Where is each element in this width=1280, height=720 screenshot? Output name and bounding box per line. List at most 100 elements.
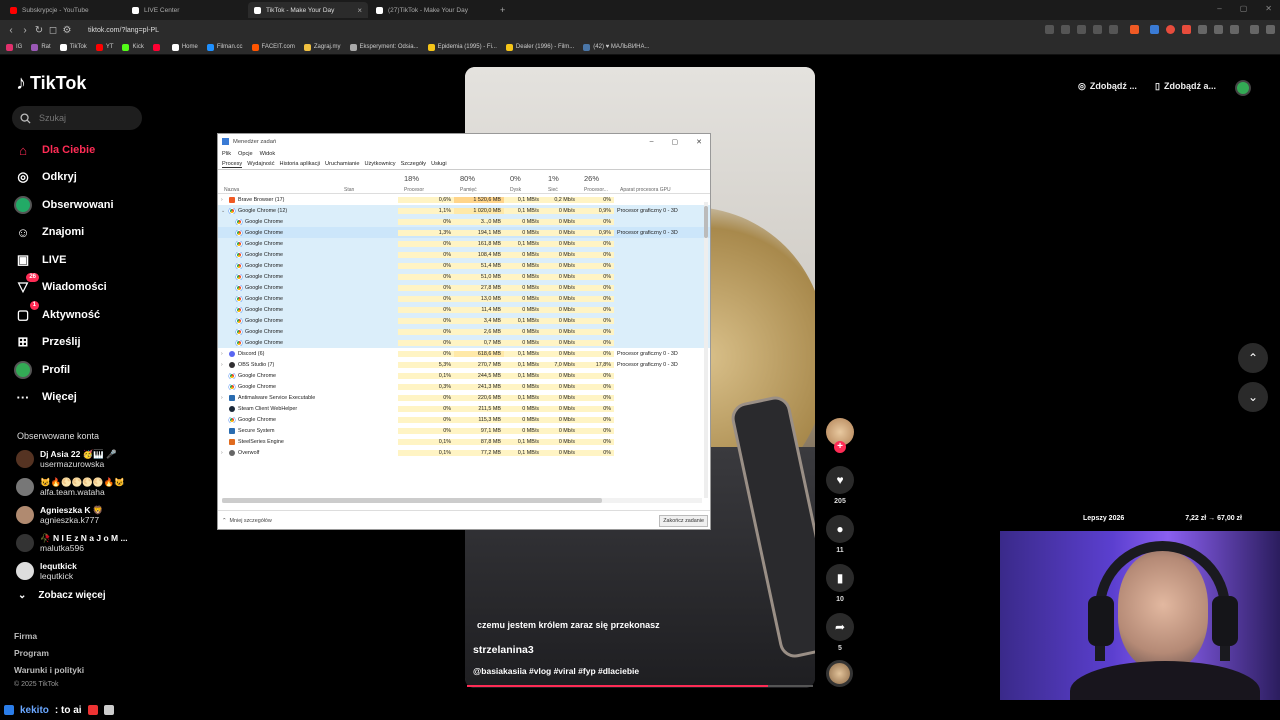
col-gpu-engine[interactable]: Aparat procesora GPU bbox=[614, 170, 698, 197]
close-window-icon[interactable]: ✕ bbox=[696, 138, 702, 146]
expand-chevron-icon[interactable]: › bbox=[221, 450, 226, 456]
extension-icon[interactable] bbox=[1077, 25, 1086, 34]
video-hashtags[interactable]: @basiakasiia #vlog #viral #fyp #dlaciebi… bbox=[473, 666, 639, 676]
sidebar-item-compass[interactable]: ◎ Odkryj bbox=[14, 168, 77, 186]
process-row[interactable]: Google Chrome 0% 2,6 MB 0 MB/s 0 Mb/s 0% bbox=[218, 326, 710, 337]
extension-icon[interactable] bbox=[1166, 25, 1175, 34]
bookmark-item[interactable]: Eksperyment: Odsia... bbox=[349, 43, 419, 51]
sidebar-item-inbox[interactable]: ▽ 26 Wiadomości bbox=[14, 273, 107, 296]
maximize-icon[interactable]: ▢ bbox=[1240, 4, 1248, 13]
follow-plus-icon[interactable]: + bbox=[834, 441, 846, 453]
share-button[interactable]: ➦ 5 bbox=[826, 613, 854, 652]
sidebar-item-following-avatar[interactable]: Obserwowani bbox=[14, 196, 114, 214]
scrollbar-thumb[interactable] bbox=[222, 498, 602, 503]
see-more-button[interactable]: ⌄ Zobacz więcej bbox=[18, 590, 106, 601]
extension-icon[interactable] bbox=[1182, 25, 1191, 34]
profile-avatar[interactable] bbox=[1235, 80, 1251, 96]
col-disk[interactable]: 0% Dysk bbox=[504, 170, 542, 197]
new-tab-button[interactable]: + bbox=[494, 2, 508, 18]
extensions-icon[interactable] bbox=[1198, 25, 1207, 34]
process-row[interactable]: Google Chrome 0% 27,8 MB 0 MB/s 0 Mb/s 0% bbox=[218, 282, 710, 293]
followed-account[interactable]: 🥀 N I E z N a J o M ... malutka596 bbox=[16, 533, 128, 553]
process-row[interactable]: Google Chrome 0,3% 241,3 MB 0 MB/s 0 Mb/s 0% bbox=[218, 381, 710, 392]
forward-icon[interactable]: › bbox=[18, 25, 32, 36]
expand-chevron-icon[interactable]: › bbox=[221, 197, 226, 203]
download-icon[interactable] bbox=[1214, 25, 1223, 34]
followed-account[interactable]: Agnieszka K 🦁 agnieszka.k777 bbox=[16, 505, 104, 525]
process-row[interactable]: Google Chrome 0% 3..,0 MB 0 MB/s 0 Mb/s 0% bbox=[218, 216, 710, 227]
tab-użytkownicy[interactable]: Użytkownicy bbox=[364, 161, 395, 167]
expand-chevron-icon[interactable]: › bbox=[221, 395, 226, 401]
sidebar-item-upload[interactable]: ⊞ Prześlij bbox=[14, 333, 81, 351]
taskbar-icon[interactable] bbox=[103, 705, 114, 715]
bookmark-item[interactable]: Home bbox=[171, 43, 198, 51]
process-row[interactable]: Google Chrome 0% 3,4 MB 0,1 MB/s 0 Mb/s 0% bbox=[218, 315, 710, 326]
bookmark-item[interactable]: Filman.cc bbox=[206, 43, 243, 51]
process-row[interactable]: › OBS Studio (7) 5,3% 270,7 MB 0,1 MB/s 7,0 M… bbox=[218, 359, 710, 370]
process-row[interactable]: Google Chrome 0% 0,7 MB 0 MB/s 0 Mb/s 0% bbox=[218, 337, 710, 348]
bookmark-item[interactable]: TikTok bbox=[59, 43, 87, 51]
process-row[interactable]: Google Chrome 1,3% 194,1 MB 0 MB/s 0 Mb/s 0,9… bbox=[218, 227, 710, 238]
process-row[interactable]: Google Chrome 0% 51,0 MB 0 MB/s 0 Mb/s 0% bbox=[218, 271, 710, 282]
next-video-button[interactable]: ⌄ bbox=[1238, 382, 1268, 412]
bookmark-item[interactable]: Epidemia (1995) - Fi... bbox=[427, 43, 497, 51]
process-row[interactable]: › Discord (6) 0% 618,6 MB 0,1 MB/s 0 Mb/s 0% Pr… bbox=[218, 348, 710, 359]
tab-uruchamianie[interactable]: Uruchamianie bbox=[325, 161, 360, 167]
fewer-details-button[interactable]: ⌃ Mniej szczegółów bbox=[222, 518, 272, 524]
col-memory[interactable]: 80% Pamięć bbox=[454, 170, 504, 197]
col-cpu[interactable]: 18% Procesor bbox=[398, 170, 454, 197]
tab-wydajność[interactable]: Wydajność bbox=[247, 161, 274, 167]
get-app-button[interactable]: ▯ Zdobądź a... bbox=[1155, 76, 1216, 96]
process-row[interactable]: Google Chrome 0% 108,4 MB 0 MB/s 0 Mb/s 0% bbox=[218, 249, 710, 260]
bookmark-item[interactable]: FACEIT.com bbox=[251, 43, 295, 51]
sidebar-item-home[interactable]: ⌂ Dla Ciebie bbox=[14, 141, 95, 159]
col-network[interactable]: 1% Sieć bbox=[542, 170, 578, 197]
minimize-icon[interactable]: – bbox=[650, 138, 654, 146]
search-input[interactable] bbox=[39, 113, 139, 123]
sidebar-item-friends[interactable]: ☺ Znajomi bbox=[14, 223, 84, 241]
sidebar-item-live[interactable]: ▣ LIVE bbox=[14, 251, 67, 269]
tab-tiktok-27[interactable]: (27)TikTok - Make Your Day bbox=[370, 2, 490, 18]
bookmark-item[interactable]: IG bbox=[6, 43, 22, 51]
bookmark-item[interactable]: YT bbox=[95, 43, 113, 51]
bookmark-item[interactable] bbox=[152, 43, 163, 51]
process-row[interactable]: Google Chrome 0% 13,0 MB 0 MB/s 0 Mb/s 0% bbox=[218, 293, 710, 304]
expand-chevron-icon[interactable]: › bbox=[221, 351, 226, 357]
bookmark-item[interactable]: Dealer (1996) - Film... bbox=[505, 43, 574, 51]
tab-procesy[interactable]: Procesy bbox=[222, 161, 243, 168]
bookmark-page-icon[interactable]: ◻ bbox=[46, 25, 60, 36]
brave-shield-icon[interactable] bbox=[1130, 25, 1139, 34]
extension-icon[interactable] bbox=[1061, 25, 1070, 34]
video-progress-bar[interactable] bbox=[467, 685, 813, 687]
expand-chevron-icon[interactable]: ⌄ bbox=[221, 208, 226, 214]
followed-account[interactable]: lequtkick lequtkick bbox=[16, 561, 77, 581]
playlist-icon[interactable] bbox=[1250, 25, 1259, 34]
tab-usługi[interactable]: Usługi bbox=[431, 161, 447, 167]
followed-account[interactable]: Dj Asia 22 🥳🎹 🎤 usermazurowska bbox=[16, 449, 117, 469]
sidebar-item-profile-avatar[interactable]: Profil bbox=[14, 361, 70, 379]
zoom-icon[interactable] bbox=[1093, 25, 1102, 34]
comment-button[interactable]: ● 11 bbox=[826, 515, 854, 554]
menu-item[interactable]: Opcje bbox=[238, 151, 253, 157]
col-name[interactable]: Nazwa bbox=[218, 170, 338, 197]
url-field[interactable]: tiktok.com/?lang=pl-PL bbox=[88, 27, 159, 34]
tab-youtube[interactable]: Subskrypcje - YouTube bbox=[4, 2, 124, 18]
close-tab-icon[interactable]: × bbox=[357, 6, 362, 15]
bookmark-item[interactable]: (42) ♥ МАЛЬВИНА... bbox=[583, 43, 650, 51]
expand-chevron-icon[interactable]: › bbox=[221, 362, 226, 368]
sidebar-item-more[interactable]: ··· Więcej bbox=[14, 388, 77, 406]
like-button[interactable]: ♥ 205 bbox=[826, 466, 854, 505]
reload-icon[interactable]: ↻ bbox=[32, 25, 46, 36]
extension-icon[interactable] bbox=[1045, 25, 1054, 34]
search-bar[interactable] bbox=[12, 106, 142, 130]
col-gpu[interactable]: 26% Procesor... bbox=[578, 170, 614, 197]
footer-link-program[interactable]: Program bbox=[14, 648, 49, 658]
menu-item[interactable]: Widok bbox=[260, 151, 276, 157]
process-row[interactable]: ⌄ Google Chrome (12) 1,1% 1 020,0 MB 0,1 MB/… bbox=[218, 205, 710, 216]
followed-account[interactable]: 😺🔥🌕🌕🌕🌕🔥😺 alfa.team.wataha bbox=[16, 477, 125, 497]
vertical-scrollbar[interactable] bbox=[704, 202, 708, 498]
bookmark-item[interactable]: Zagraj.my bbox=[303, 43, 341, 51]
scrollbar-thumb[interactable] bbox=[704, 206, 708, 238]
footer-link-company[interactable]: Firma bbox=[14, 631, 37, 641]
previous-video-button[interactable]: ⌃ bbox=[1238, 343, 1268, 373]
